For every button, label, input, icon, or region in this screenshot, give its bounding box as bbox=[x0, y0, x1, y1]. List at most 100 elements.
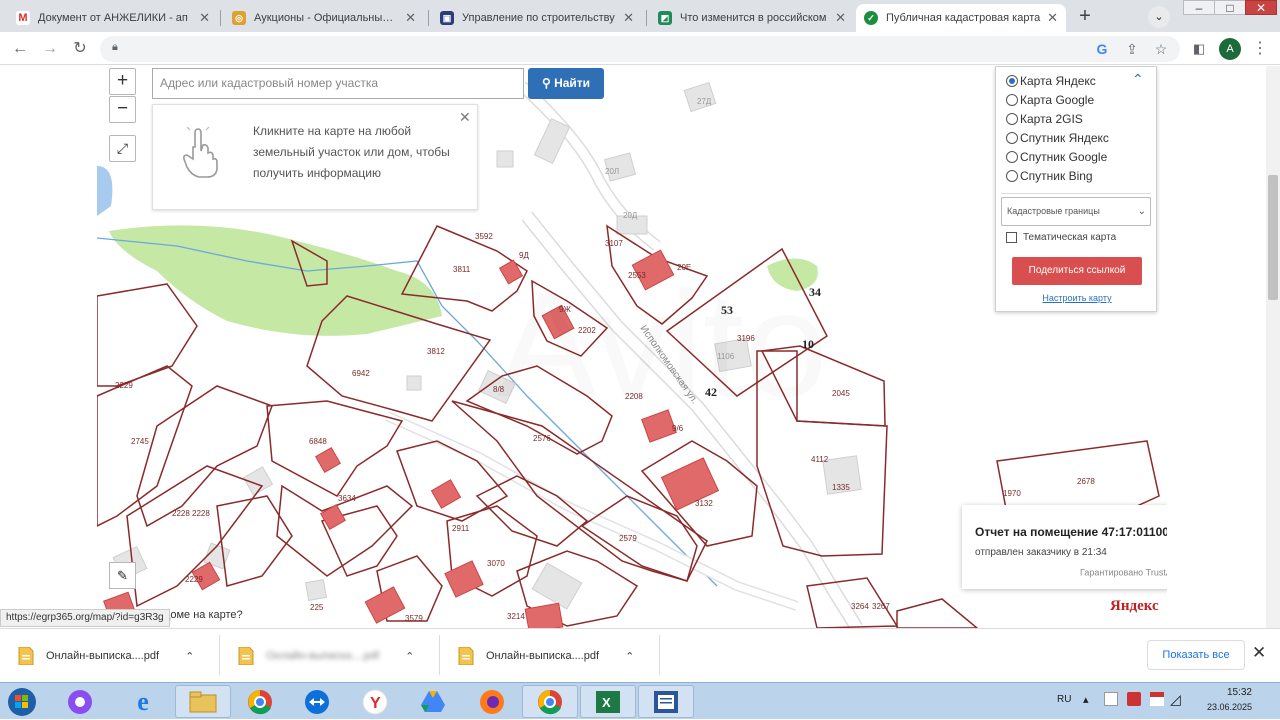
cadastral-layer-select[interactable]: Кадастровые границы ⌄ bbox=[1001, 197, 1151, 226]
layer-option[interactable]: Спутник Яндекс bbox=[1006, 129, 1109, 147]
new-tab-button[interactable]: + bbox=[1072, 5, 1098, 29]
close-icon[interactable]: ✕ bbox=[1252, 643, 1266, 663]
alice-app-icon[interactable] bbox=[55, 685, 105, 718]
google-icon[interactable]: G bbox=[1090, 37, 1114, 61]
close-icon[interactable]: ✕ bbox=[405, 10, 416, 26]
gmail-icon: M bbox=[16, 11, 30, 25]
back-arrow-icon[interactable]: ← bbox=[9, 38, 31, 60]
excel-icon[interactable]: X bbox=[580, 685, 636, 718]
scrollbar-thumb[interactable] bbox=[1268, 175, 1278, 300]
yandex-browser-icon[interactable]: Y bbox=[350, 685, 400, 718]
chrome-active-icon[interactable] bbox=[522, 685, 578, 718]
svg-text:X: X bbox=[602, 695, 611, 710]
share-icon[interactable]: ⇪ bbox=[1120, 37, 1144, 61]
clock-date[interactable]: 23.06.2025 bbox=[1202, 702, 1252, 712]
chevron-up-icon[interactable]: ⌃ bbox=[405, 650, 414, 663]
zoom-out-button[interactable]: − bbox=[109, 96, 136, 123]
maximize-button[interactable]: □ bbox=[1214, 0, 1246, 15]
layer-option[interactable]: Спутник Bing bbox=[1006, 167, 1093, 185]
parcel-number: 3634 bbox=[338, 494, 356, 503]
parcel-number: 2228 bbox=[172, 509, 190, 518]
notification-icon[interactable] bbox=[1104, 692, 1118, 706]
show-all-button[interactable]: Показать все bbox=[1147, 640, 1245, 670]
close-icon[interactable]: ✕ bbox=[835, 10, 846, 26]
scrollbar[interactable] bbox=[1266, 66, 1280, 628]
chevron-up-icon[interactable]: ▴ bbox=[1083, 693, 1089, 706]
news-icon: ◩ bbox=[658, 11, 672, 25]
parcel-number: 3812 bbox=[427, 347, 445, 356]
kebab-menu-icon[interactable]: ⋮ bbox=[1248, 37, 1272, 61]
download-item[interactable]: Онлайн-выписка....pdf ⌃ bbox=[220, 637, 438, 675]
start-button[interactable] bbox=[0, 685, 44, 718]
parcel-number: 3107 bbox=[605, 239, 623, 248]
reload-icon[interactable]: ↻ bbox=[69, 38, 91, 60]
forward-arrow-icon[interactable]: → bbox=[39, 38, 61, 60]
teamviewer-icon[interactable] bbox=[292, 685, 342, 718]
checkbox[interactable] bbox=[1006, 232, 1017, 243]
parcel-number: 3592 bbox=[475, 232, 493, 241]
address-bar[interactable]: 🔒︎ bbox=[100, 36, 1180, 62]
parcel-number: 2228 bbox=[192, 509, 210, 518]
tab-cadastral-map[interactable]: ✓ Публичная кадастровая карта ✕ bbox=[856, 4, 1066, 32]
site-icon: ▣ bbox=[440, 11, 454, 25]
hint-text: Кликните на карте на любой земельный уча… bbox=[253, 124, 450, 180]
layer-option[interactable]: Карта 2GIS bbox=[1006, 110, 1083, 128]
close-icon[interactable]: ✕ bbox=[1047, 10, 1058, 26]
chevron-down-icon[interactable]: ⌄ bbox=[1148, 6, 1170, 28]
zoom-in-button[interactable]: + bbox=[109, 68, 136, 95]
tab-news[interactable]: ◩ Что изменится в российском ✕ bbox=[650, 4, 854, 32]
chrome-icon[interactable] bbox=[235, 685, 285, 718]
tab-auctions[interactable]: ◎ Аукционы - Официальный сайт ✕ bbox=[224, 4, 424, 32]
minimize-button[interactable]: – bbox=[1183, 0, 1215, 15]
download-bar: Онлайн-выписка....pdf ⌃ Онлайн-выписка..… bbox=[0, 628, 1280, 682]
layer-option[interactable]: Карта Яндекс bbox=[1006, 72, 1096, 90]
parcel-number: 2576 bbox=[533, 434, 551, 443]
svg-text:Avito: Avito bbox=[497, 260, 828, 428]
tab-construction[interactable]: ▣ Управление по строительству ✕ bbox=[432, 4, 642, 32]
search-input[interactable]: Адрес или кадастровый номер участка bbox=[152, 68, 524, 99]
ruler-icon[interactable]: ✎ bbox=[109, 562, 136, 589]
share-link-button[interactable]: Поделиться ссылкой bbox=[1012, 257, 1142, 285]
settings-link[interactable]: Настроить карту bbox=[996, 293, 1158, 303]
firefox-icon[interactable] bbox=[467, 685, 517, 718]
parcel-number: 2045 bbox=[832, 389, 850, 398]
download-item[interactable]: Онлайн-выписка....pdf ⌃ bbox=[0, 637, 218, 675]
chevron-down-icon: ⌄ bbox=[1137, 206, 1146, 217]
tab-gmail[interactable]: M Документ от АНЖЕЛИКИ - ап ✕ bbox=[8, 4, 218, 32]
layer-option[interactable]: Спутник Google bbox=[1006, 148, 1107, 166]
star-icon[interactable]: ☆ bbox=[1149, 37, 1173, 61]
close-icon[interactable]: ✕ bbox=[199, 10, 210, 26]
download-item[interactable]: Онлайн-выписка....pdf ⌃ bbox=[440, 637, 658, 675]
close-icon[interactable]: ✕ bbox=[459, 109, 471, 126]
lock-icon[interactable]: 🔒︎ bbox=[112, 41, 118, 54]
report-notification: Отчет на помещение 47:17:0110004:*** отп… bbox=[962, 505, 1167, 589]
close-window-button[interactable]: ✕ bbox=[1245, 0, 1277, 15]
language-indicator[interactable]: RU bbox=[1057, 694, 1071, 705]
word-icon[interactable] bbox=[638, 685, 694, 718]
close-icon[interactable]: ✕ bbox=[623, 10, 634, 26]
yandex-logo: Яндекс bbox=[1110, 598, 1159, 614]
sidebar-icon[interactable]: ◧ bbox=[1187, 37, 1211, 61]
drive-icon[interactable] bbox=[408, 685, 458, 718]
parcel-number: 20Л bbox=[605, 167, 619, 176]
parcel-number: 3267 bbox=[872, 602, 890, 611]
parcel-number: 3132 bbox=[695, 499, 713, 508]
chevron-up-icon[interactable]: ⌃ bbox=[185, 650, 194, 663]
clock-time[interactable]: 15:32 bbox=[1212, 687, 1252, 698]
explorer-icon[interactable] bbox=[175, 685, 231, 718]
browser-toolbar: ← → ↻ 🔒︎ G ⇪ ☆ ◧ A ⋮ bbox=[0, 32, 1280, 65]
ie-browser-icon[interactable]: e bbox=[118, 685, 168, 718]
chevron-up-icon[interactable]: ⌃ bbox=[1132, 71, 1144, 88]
find-button[interactable]: ⚲ Найти bbox=[528, 68, 604, 99]
report-subtitle: отправлен заказчику в 21:34 bbox=[975, 547, 1107, 558]
flag-icon[interactable] bbox=[1150, 692, 1164, 706]
chevron-up-icon[interactable]: ⌃ bbox=[625, 650, 634, 663]
thematic-map-toggle[interactable]: Тематическая карта bbox=[1006, 232, 1116, 243]
layer-option[interactable]: Карта Google bbox=[1006, 91, 1094, 109]
network-icon[interactable]: ◿ bbox=[1170, 691, 1181, 708]
antivirus-icon[interactable] bbox=[1127, 692, 1141, 706]
cadastral-map[interactable]: Исполкомовская ул. 53 34 10 42 27Д 20Л 2… bbox=[97, 66, 1167, 628]
avatar[interactable]: A bbox=[1219, 38, 1241, 60]
svg-text:Y: Y bbox=[370, 695, 381, 712]
fullscreen-icon[interactable]: ⤢ bbox=[109, 135, 136, 162]
